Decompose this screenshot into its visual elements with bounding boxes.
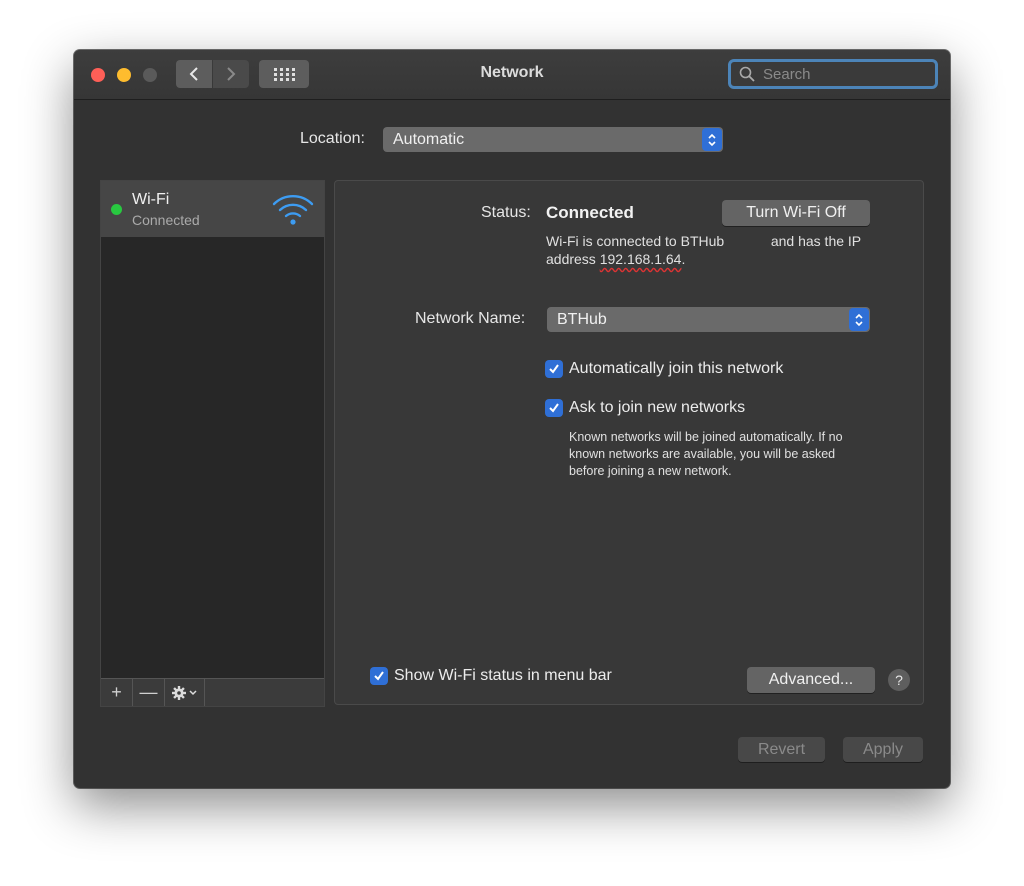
network-name-value: BTHub [557, 310, 607, 328]
service-item-wifi[interactable]: Wi-Fi Connected [101, 181, 324, 237]
apply-button[interactable]: Apply [843, 737, 923, 762]
show-wifi-status-label: Show Wi-Fi status in menu bar [394, 667, 612, 684]
status-dot-icon [111, 204, 122, 215]
network-name-popup[interactable]: BTHub [547, 307, 870, 332]
status-desc-end: . [681, 251, 686, 267]
checkmark-icon [370, 667, 388, 685]
wifi-icon [272, 194, 314, 225]
remove-service-button[interactable]: — [133, 679, 165, 706]
ip-address: 192.168.1.64 [599, 251, 682, 267]
service-detail-panel: Status: Connected Turn Wi-Fi Off Wi-Fi i… [334, 180, 924, 705]
revert-button[interactable]: Revert [738, 737, 825, 762]
titlebar: Network [74, 50, 950, 100]
checkmark-icon [545, 360, 563, 378]
ask-to-join-label: Ask to join new networks [569, 399, 746, 416]
ask-to-join-checkbox[interactable]: Ask to join new networks [545, 399, 745, 417]
ask-to-join-description: Known networks will be joined automatica… [569, 430, 843, 478]
location-popup[interactable]: Automatic [383, 127, 723, 152]
service-list: Wi-Fi Connected + — [100, 180, 325, 707]
action-menu-button[interactable] [165, 679, 205, 706]
search-input[interactable] [761, 64, 925, 84]
service-status: Connected [132, 212, 200, 228]
service-list-toolbar: + — [101, 678, 324, 706]
help-button[interactable]: ? [888, 669, 910, 691]
status-desc-text: Wi-Fi is connected to BTHub and has the … [546, 233, 865, 267]
network-preferences-window: Network Location: Automatic Wi-Fi Connec… [74, 50, 950, 788]
show-wifi-status-checkbox[interactable]: Show Wi-Fi status in menu bar [370, 667, 612, 685]
status-label: Status: [481, 204, 531, 221]
status-description: Wi-Fi is connected to BTHub and has the … [546, 232, 866, 268]
gear-icon [171, 685, 197, 700]
turn-wifi-off-button[interactable]: Turn Wi-Fi Off [722, 200, 870, 226]
checkmark-icon [545, 399, 563, 417]
advanced-button[interactable]: Advanced... [747, 667, 875, 693]
updown-chevron-icon [702, 128, 722, 151]
location-value: Automatic [393, 130, 465, 148]
auto-join-label: Automatically join this network [569, 360, 784, 377]
search-icon [739, 66, 755, 82]
updown-chevron-icon [849, 308, 869, 331]
network-name-label: Network Name: [415, 310, 526, 327]
search-field[interactable] [728, 59, 938, 89]
add-service-button[interactable]: + [101, 679, 133, 706]
location-label: Location: [300, 130, 365, 147]
service-name: Wi-Fi [132, 191, 170, 208]
auto-join-checkbox[interactable]: Automatically join this network [545, 360, 783, 378]
status-value: Connected [546, 203, 634, 222]
